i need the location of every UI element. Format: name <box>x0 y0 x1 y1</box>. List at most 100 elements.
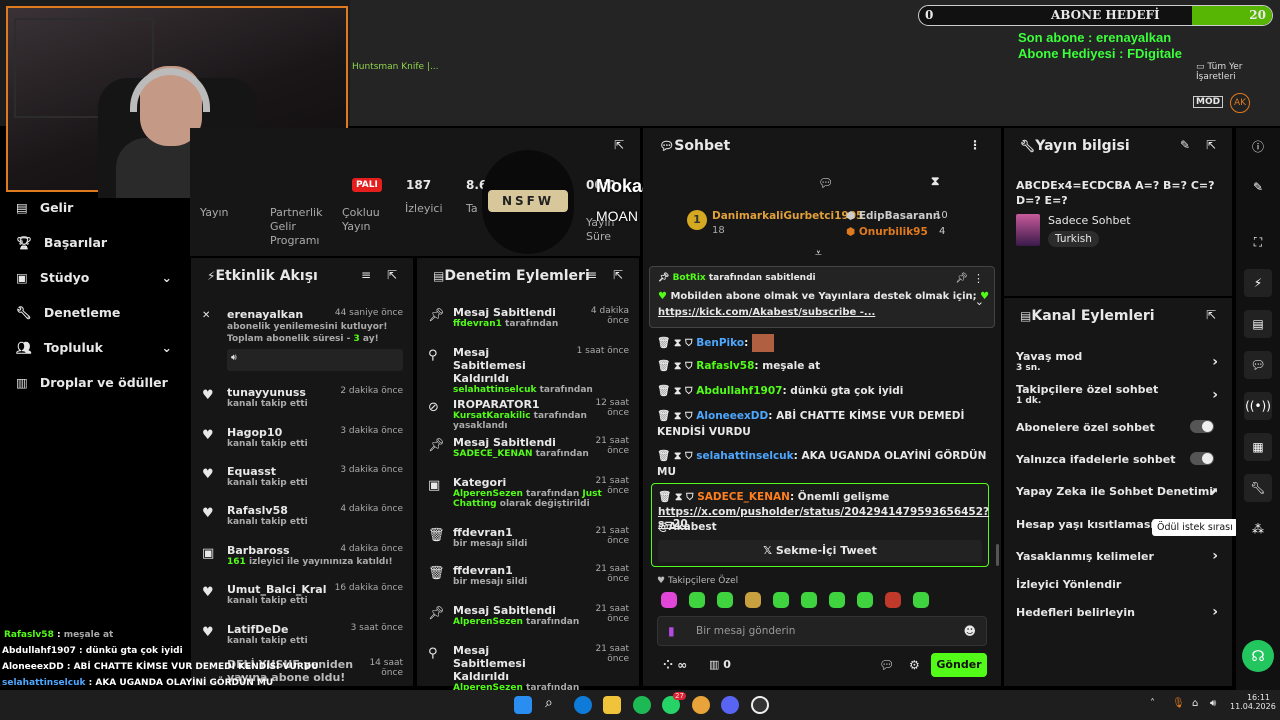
mic-icon[interactable]: ▮ <box>668 624 675 638</box>
mod-user[interactable]: SADECE_KENAN <box>453 449 532 459</box>
moderation-icon[interactable]: ▦ <box>1244 433 1272 461</box>
emote-9[interactable] <box>885 592 901 608</box>
category-name[interactable]: Sadece Sohbet <box>1048 214 1131 227</box>
chat-username[interactable]: AloneeexDD <box>696 410 768 422</box>
chat-scrollbar[interactable] <box>996 544 999 566</box>
sidebar-item-studyo[interactable]: ▣ Stüdyo ⌄ <box>0 260 190 295</box>
mod-user[interactable]: AlperenSezen <box>453 617 523 627</box>
mod-user[interactable]: selahattinselcuk <box>453 385 536 395</box>
clock[interactable]: 16:11 11.04.2026 <box>1230 693 1276 711</box>
action-goals[interactable]: Hedefleri belirleyin › <box>1016 604 1222 620</box>
action-raid[interactable]: İzleyici Yönlendir <box>1016 578 1222 591</box>
popout-icon[interactable]: ⇱ <box>1206 308 1216 322</box>
action-ai-moderation[interactable]: Yapay Zeka ile Sohbet Denetimi ⬈ <box>1016 485 1222 498</box>
chevron-down-icon[interactable]: ⩡ <box>815 246 822 261</box>
chat-username[interactable]: BenPiko <box>696 337 744 349</box>
chat-username[interactable]: selahattinselcuk <box>696 450 793 462</box>
sidebar-item-gelir[interactable]: ▤ Gelir <box>0 190 190 225</box>
info-icon[interactable]: ⓘ <box>1244 132 1272 160</box>
timeout-icon[interactable]: ⧗ <box>674 450 681 462</box>
mod-user[interactable]: AlperenSezen <box>453 489 523 499</box>
delete-icon[interactable]: 🗑︎ <box>657 337 670 349</box>
all-bookmarks-link[interactable]: ▭ Tüm Yer İşaretleri <box>1196 62 1280 82</box>
folder-icon[interactable] <box>603 696 621 714</box>
document-icon[interactable]: ▤ <box>1244 310 1272 338</box>
volume-icon[interactable]: 🔊︎ <box>1210 698 1216 709</box>
chat-bubble-icon[interactable]: 💬︎ <box>818 176 833 190</box>
subs-only-toggle[interactable] <box>1190 420 1214 433</box>
delete-icon[interactable]: 🗑︎ <box>657 360 670 372</box>
delete-icon[interactable]: 🗑︎ <box>657 450 670 462</box>
popout-icon[interactable]: ⇱ <box>1206 138 1216 152</box>
sidebar-item-droplar[interactable]: ▥ Droplar ve ödüller <box>0 365 190 400</box>
emote-8[interactable] <box>857 592 873 608</box>
sidebar-item-topluluk[interactable]: 👥︎ Topluluk ⌄ <box>0 330 190 365</box>
spotify-icon[interactable] <box>633 696 651 714</box>
emotes-only-toggle[interactable] <box>1190 452 1214 465</box>
pinned-menu-icon[interactable]: ⋮ <box>973 272 984 285</box>
broadcast-icon[interactable]: ((•)) <box>1244 392 1272 420</box>
pin-icon[interactable]: 📌︎ <box>955 273 968 284</box>
delete-icon[interactable]: 🗑︎ <box>657 410 670 422</box>
points-display[interactable]: ▥ 0 <box>709 658 731 671</box>
emoji-icon[interactable]: ☻ <box>963 624 976 638</box>
popout-icon[interactable]: ⇱ <box>387 268 397 282</box>
filter-icon[interactable]: ≡ <box>587 268 597 282</box>
discord-icon[interactable] <box>721 696 739 714</box>
emote-10[interactable] <box>913 592 929 608</box>
infinity-icon[interactable]: ⁘ ∞ <box>663 658 687 672</box>
chat-input[interactable]: ▮ Bir mesaj gönderin ☻ <box>657 616 987 646</box>
emote-4[interactable] <box>745 592 761 608</box>
hourglass-icon[interactable]: ⧗ <box>931 174 939 189</box>
tray-chevron-icon[interactable]: ˄ <box>1150 698 1155 709</box>
mod-user[interactable]: KursatKarakilic <box>453 411 531 421</box>
search-icon[interactable]: ⌕ <box>545 695 563 713</box>
timeout-icon[interactable]: ⧗ <box>674 385 681 397</box>
emote-2[interactable] <box>689 592 705 608</box>
obs-icon[interactable] <box>751 696 769 714</box>
pinned-link[interactable]: https://kick.com/Akabest/subscribe -... <box>658 307 875 318</box>
timeout-icon[interactable]: ⧗ <box>674 410 681 422</box>
mod-view-icon[interactable]: MOD <box>1193 96 1224 108</box>
bookmark-link[interactable]: Huntsman Knife |... <box>352 62 439 72</box>
sidebar-item-denetleme[interactable]: 🔧︎ Denetleme <box>0 295 190 330</box>
help-icon[interactable]: ☊ <box>1242 640 1274 672</box>
action-followers-only[interactable]: Takipçilere özel sohbet 1 dk. › <box>1016 383 1222 406</box>
chat-menu-icon[interactable]: ⋮ <box>969 138 981 152</box>
sidebar-item-basarilar[interactable]: 🏆︎ Başarılar <box>0 225 190 260</box>
popout-icon[interactable]: ⇱ <box>613 268 623 282</box>
edit-icon[interactable]: ✎ <box>1244 173 1272 201</box>
emote-6[interactable] <box>801 592 817 608</box>
emote-5[interactable] <box>773 592 789 608</box>
chat-bubble-icon[interactable]: 💬︎ <box>879 658 894 672</box>
action-subs-only[interactable]: Abonelere özel sohbet <box>1016 420 1222 434</box>
tweet-button[interactable]: 𝕏 Sekme-İçi Tweet <box>658 540 982 562</box>
emote-1[interactable] <box>661 592 677 608</box>
chrome-icon[interactable] <box>692 696 710 714</box>
emote-7[interactable] <box>829 592 845 608</box>
windows-start-icon[interactable] <box>514 696 532 714</box>
network-icon[interactable]: ⌂ <box>1192 698 1198 709</box>
timeout-icon[interactable]: ⧗ <box>674 360 681 372</box>
screenshot-icon[interactable]: ⛶ <box>1244 228 1272 256</box>
popout-icon[interactable]: ⇱ <box>614 138 624 152</box>
chat-username[interactable]: Rafaslv58 <box>696 360 754 372</box>
filter-icon[interactable]: ≡ <box>361 268 371 282</box>
delete-icon[interactable]: 🗑︎ <box>657 385 670 397</box>
chat-username[interactable]: SADECE_KENAN <box>697 491 790 503</box>
action-banned-words[interactable]: Yasaklanmış kelimeler › <box>1016 548 1222 564</box>
mod-user[interactable]: ffdevran1 <box>453 319 502 329</box>
lightning-icon[interactable]: ⚡︎ <box>1244 269 1272 297</box>
gear-icon[interactable]: ⚙︎ <box>909 658 920 672</box>
chat-bubble-icon[interactable]: 💬︎ <box>1244 351 1272 379</box>
edge-icon[interactable] <box>574 696 592 714</box>
wrench-icon[interactable]: 🔧︎ <box>1244 474 1272 502</box>
emote-3[interactable] <box>717 592 733 608</box>
mic-icon[interactable]: 🎙︎ <box>1172 698 1185 709</box>
edit-icon[interactable]: ✎ <box>1180 138 1190 152</box>
send-button[interactable]: Gönder <box>931 653 987 677</box>
rewards-queue-icon[interactable]: ⁂ <box>1244 515 1272 543</box>
timeout-icon[interactable]: ⧗ <box>674 337 681 349</box>
avatar[interactable]: AK <box>1230 93 1250 113</box>
action-emotes-only[interactable]: Yalnızca ifadelerle sohbet <box>1016 452 1222 466</box>
